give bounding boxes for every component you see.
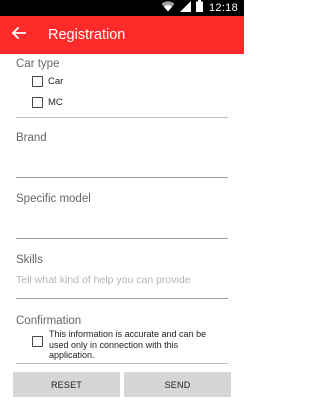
status-bar: 12:18 bbox=[0, 0, 244, 16]
app-bar: Registration bbox=[0, 16, 244, 54]
arrow-left-icon bbox=[11, 26, 26, 44]
brand-input[interactable] bbox=[16, 146, 228, 176]
skills-label: Skills bbox=[16, 254, 43, 266]
specific-model-label: Specific model bbox=[16, 193, 91, 205]
car-type-label: Car type bbox=[16, 58, 60, 70]
divider bbox=[16, 363, 228, 364]
reset-button[interactable]: RESET bbox=[13, 372, 120, 397]
confirmation-label: Confirmation bbox=[16, 315, 82, 327]
specific-model-input-underline bbox=[16, 238, 228, 239]
specific-model-input[interactable] bbox=[16, 207, 228, 237]
mc-option-label: MC bbox=[48, 97, 63, 108]
registration-form: Car type Car MC Brand Specific model Ski… bbox=[0, 54, 244, 366]
divider bbox=[16, 117, 228, 118]
wifi-icon bbox=[161, 0, 175, 17]
brand-input-underline bbox=[16, 177, 228, 178]
confirmation-text: This information is accurate and can be … bbox=[49, 329, 207, 360]
car-type-option-mc[interactable]: MC bbox=[32, 97, 63, 108]
car-type-option-car[interactable]: Car bbox=[32, 76, 63, 87]
car-option-label: Car bbox=[48, 76, 64, 87]
skills-input[interactable]: Tell what kind of help you can provide bbox=[16, 274, 191, 286]
confirmation-option[interactable]: This information is accurate and can be … bbox=[32, 329, 219, 361]
action-bar: RESET SEND bbox=[0, 366, 244, 400]
back-button[interactable] bbox=[0, 16, 38, 54]
mc-checkbox[interactable] bbox=[32, 97, 43, 108]
status-time: 12:18 bbox=[208, 2, 238, 14]
signal-icon bbox=[179, 0, 191, 17]
confirmation-checkbox[interactable] bbox=[32, 336, 43, 347]
page-title: Registration bbox=[48, 27, 126, 43]
car-checkbox[interactable] bbox=[32, 76, 43, 87]
send-button[interactable]: SEND bbox=[124, 372, 231, 397]
brand-label: Brand bbox=[16, 132, 47, 144]
battery-icon bbox=[195, 0, 203, 17]
skills-input-underline bbox=[16, 298, 228, 299]
